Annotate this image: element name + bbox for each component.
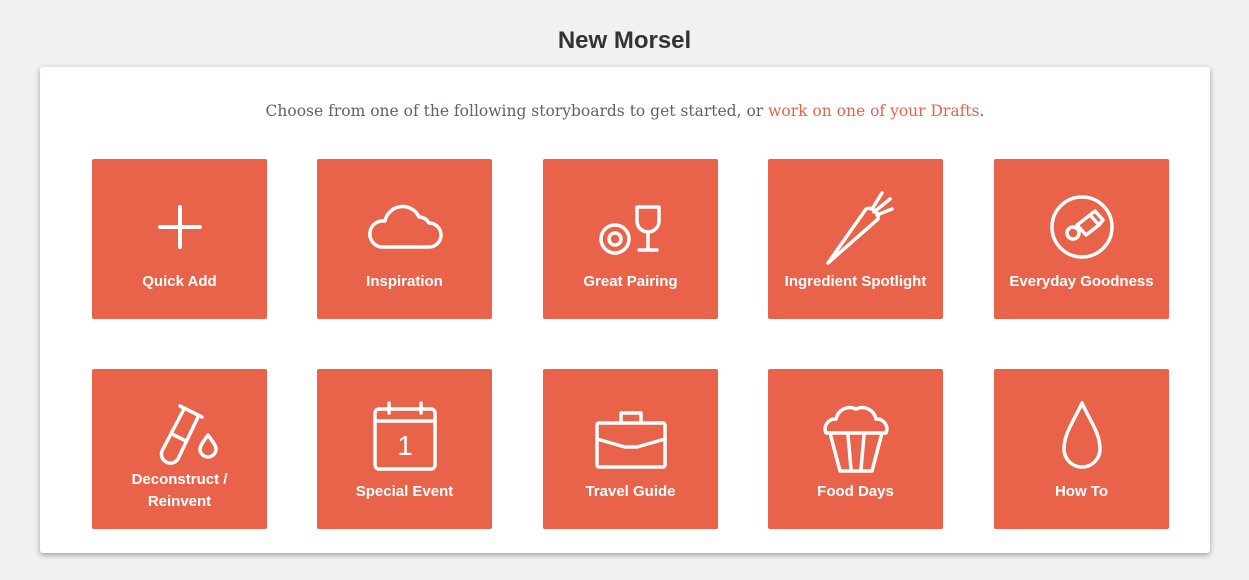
storyboard-label-line-1: Deconstruct / [131,471,228,488]
cupcake-icon [814,395,898,479]
storyboard-label: Everyday Goodness [1009,273,1154,290]
storyboard-special-event[interactable]: 1 Special Event [317,369,492,529]
briefcase-icon [589,395,673,479]
storyboard-inspiration[interactable]: Inspiration [317,159,492,319]
storyboard-label-line-2: Reinvent [147,493,212,510]
storyboard-travel-guide[interactable]: Travel Guide [543,369,718,529]
storyboard-label: Inspiration [366,273,443,290]
storyboard-label: How To [1054,483,1109,500]
drafts-link[interactable]: work on one of your Drafts [768,102,979,120]
storyboard-ingredient-spotlight[interactable]: Ingredient Spotlight [768,159,943,319]
plate-with-food-icon [1040,185,1124,269]
storyboard-label: Great Pairing [583,273,678,290]
storyboard-label: Food Days [817,483,894,500]
calendar-day-number: 1 [397,430,413,461]
intro-text: Choose from one of the following storybo… [40,102,1210,120]
droplet-icon [1040,395,1124,479]
intro-text-before: Choose from one of the following storybo… [265,102,769,120]
test-tube-icon [138,395,222,479]
carrot-icon [814,185,898,269]
storyboard-label: Ingredient Spotlight [784,273,927,290]
intro-text-after: . [979,102,985,120]
storyboard-panel: Choose from one of the following storybo… [40,67,1210,553]
storyboard-label: Special Event [355,483,454,500]
page-title: New Morsel [557,27,692,54]
storyboard-label: Travel Guide [585,483,676,500]
storyboard-label: Deconstruct / Reinvent [92,469,267,513]
storyboard-everyday-goodness[interactable]: Everyday Goodness [994,159,1169,319]
storyboard-deconstruct-reinvent[interactable]: Deconstruct / Reinvent [92,369,267,529]
storyboard-food-days[interactable]: Food Days [768,369,943,529]
storyboard-great-pairing[interactable]: Great Pairing [543,159,718,319]
cloud-icon [363,185,447,269]
plus-icon [138,185,222,269]
plate-and-glass-icon [589,185,673,269]
storyboard-label: Quick Add [142,273,217,290]
calendar-icon: 1 [363,395,447,479]
storyboard-quick-add[interactable]: Quick Add [92,159,267,319]
storyboard-how-to[interactable]: How To [994,369,1169,529]
